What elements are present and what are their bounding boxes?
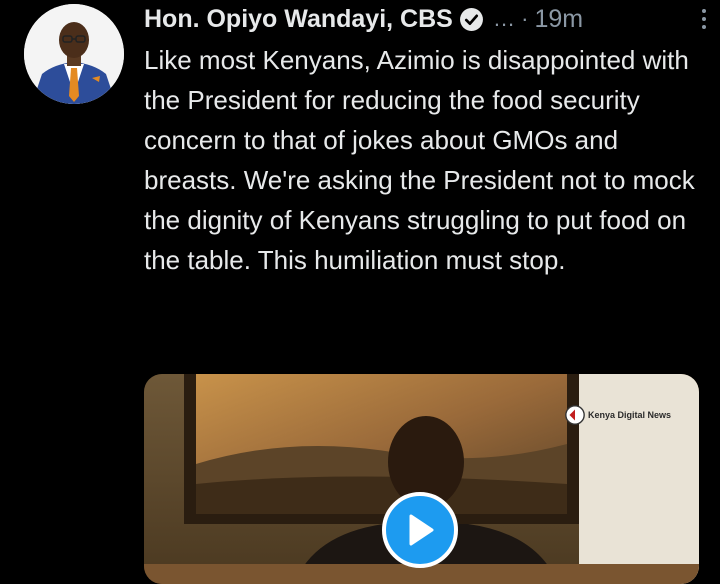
tweet-header: Hon. Opiyo Wandayi, CBS ... · 19m <box>144 2 704 36</box>
verified-badge-icon <box>459 7 483 31</box>
play-button[interactable] <box>382 492 458 568</box>
watermark-logo: Kenya Digital News <box>564 404 671 426</box>
more-options-icon[interactable] <box>694 4 714 34</box>
author-avatar[interactable] <box>24 4 124 104</box>
author-name[interactable]: Hon. Opiyo Wandayi, CBS <box>144 5 453 34</box>
play-icon <box>409 514 434 546</box>
separator-dot: · <box>521 6 529 31</box>
avatar-photo <box>24 4 124 104</box>
tweet-text: Like most Kenyans, Azimio is disappointe… <box>144 45 695 275</box>
kenya-digital-news-logo-icon <box>565 405 585 425</box>
watermark-text: Kenya Digital News <box>588 410 672 420</box>
author-handle[interactable]: ... <box>494 6 515 32</box>
video-thumbnail[interactable]: Kenya Digital News <box>144 374 699 584</box>
tweet-timestamp[interactable]: 19m <box>535 5 584 34</box>
